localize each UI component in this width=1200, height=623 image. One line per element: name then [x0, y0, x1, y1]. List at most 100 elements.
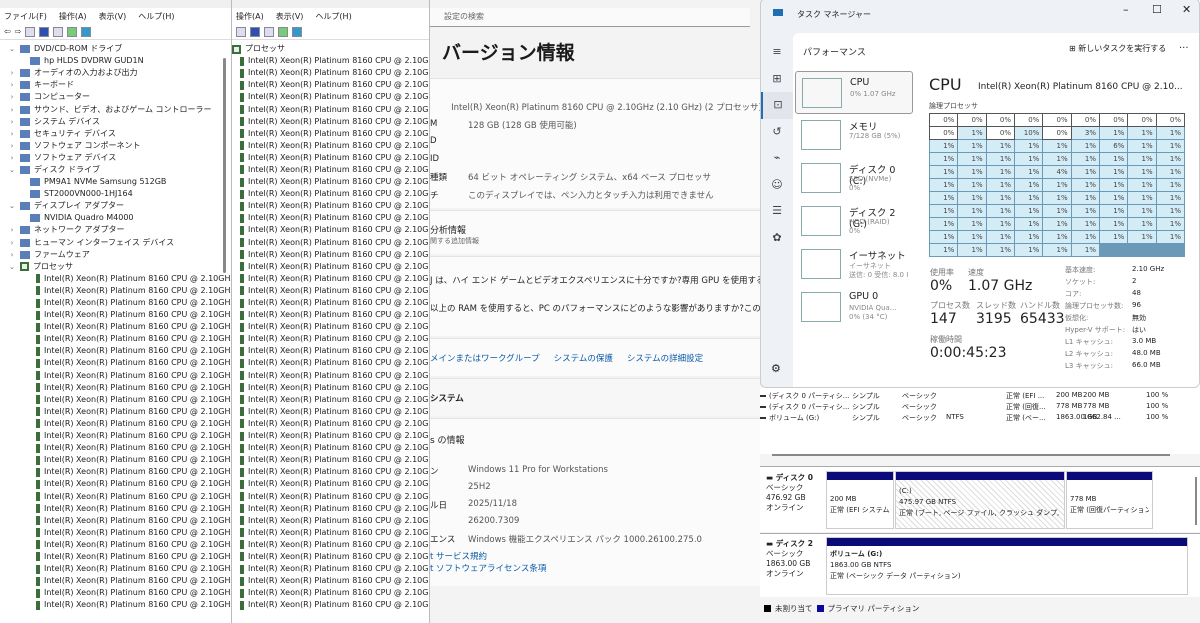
processor-item[interactable]: Intel(R) Xeon(R) Platinum 8160 CPU @ 2.1…	[232, 587, 429, 599]
processor-item[interactable]: Intel(R) Xeon(R) Platinum 8160 CPU @ 2.1…	[232, 515, 429, 527]
settings-icon[interactable]: ⚙	[771, 362, 781, 375]
tree-item[interactable]: › コンピューター	[0, 91, 231, 103]
resource-item[interactable]: CPU 0% 1.07 GHz	[795, 71, 913, 114]
chevron-down-icon[interactable]: ⌄	[8, 164, 16, 176]
chevron-right-icon[interactable]: ›	[8, 224, 16, 236]
chevron-down-icon[interactable]: ⌄	[8, 261, 16, 273]
partition-c[interactable]: (C:) 475.97 GB NTFS 正常 (ブート, ページ ファイル, クラッ…	[895, 471, 1065, 529]
tree-item[interactable]: › ソフトウェア デバイス	[0, 152, 231, 164]
processor-item[interactable]: Intel(R) Xeon(R) Platinum 8160 CPU @ 2.1…	[232, 406, 429, 418]
tree-item[interactable]: › キーボード	[0, 79, 231, 91]
processor-item[interactable]: Intel(R) Xeon(R) Platinum 8160 CPU @ 2.1…	[0, 309, 231, 321]
processor-item[interactable]: Intel(R) Xeon(R) Platinum 8160 CPU @ 2.1…	[232, 333, 429, 345]
processor-item[interactable]: Intel(R) Xeon(R) Platinum 8160 CPU @ 2.1…	[0, 599, 231, 611]
horizontal-scrollbar[interactable]	[772, 454, 1170, 456]
tree-item[interactable]: › システム デバイス	[0, 116, 231, 128]
volume-row[interactable]: ボリューム (G:) シンプル ベーシック NTFS 正常 (ベー... 1863.00 …	[760, 413, 1200, 424]
chevron-right-icon[interactable]: ›	[8, 237, 16, 249]
processor-item[interactable]: Intel(R) Xeon(R) Platinum 8160 CPU @ 2.1…	[232, 309, 429, 321]
minimize-button[interactable]: –	[1123, 3, 1129, 16]
processor-item[interactable]: Intel(R) Xeon(R) Platinum 8160 CPU @ 2.1…	[0, 539, 231, 551]
processor-item[interactable]: Intel(R) Xeon(R) Platinum 8160 CPU @ 2.1…	[0, 382, 231, 394]
link-domain-workgroup[interactable]: メインまたはワークグループ	[430, 352, 540, 376]
resource-item[interactable]: メモリ 7/128 GB (5%)	[795, 114, 913, 157]
processor-item[interactable]: Intel(R) Xeon(R) Platinum 8160 CPU @ 2.1…	[232, 224, 429, 236]
processor-item[interactable]: Intel(R) Xeon(R) Platinum 8160 CPU @ 2.1…	[0, 503, 231, 515]
processor-item[interactable]: Intel(R) Xeon(R) Platinum 8160 CPU @ 2.1…	[232, 249, 429, 261]
tree-category-processor[interactable]: プロセッサ	[232, 43, 429, 55]
processor-item[interactable]: Intel(R) Xeon(R) Platinum 8160 CPU @ 2.1…	[0, 430, 231, 442]
processor-item[interactable]: Intel(R) Xeon(R) Platinum 8160 CPU @ 2.1…	[232, 527, 429, 539]
processor-item[interactable]: Intel(R) Xeon(R) Platinum 8160 CPU @ 2.1…	[0, 587, 231, 599]
processor-item[interactable]: Intel(R) Xeon(R) Platinum 8160 CPU @ 2.1…	[0, 551, 231, 563]
menu-view[interactable]: 表示(V)	[276, 11, 304, 22]
maximize-button[interactable]: ☐	[1152, 3, 1162, 16]
processor-item[interactable]: Intel(R) Xeon(R) Platinum 8160 CPU @ 2.1…	[232, 539, 429, 551]
processor-item[interactable]: Intel(R) Xeon(R) Platinum 8160 CPU @ 2.1…	[232, 164, 429, 176]
processor-item[interactable]: Intel(R) Xeon(R) Platinum 8160 CPU @ 2.1…	[232, 454, 429, 466]
volume-row[interactable]: (ディスク 0 パーティシ... シンプル ベーシック 正常 (回復... 778 MB…	[760, 402, 1200, 413]
analysis-card[interactable]: 分析情報 関する追加情報	[430, 210, 762, 254]
menu-action[interactable]: 操作(A)	[59, 11, 87, 22]
menu-help[interactable]: ヘルプ(H)	[138, 11, 174, 22]
question-gpu[interactable]: J は、ハイ エンド ゲームとビデオエクスペリエンスに十分ですか?専用 GPU …	[430, 274, 762, 286]
tree-item[interactable]: › サウンド、ビデオ、およびゲーム コントローラー	[0, 103, 231, 115]
update-icon[interactable]	[53, 26, 64, 37]
link-system-protection[interactable]: システムの保護	[554, 352, 613, 376]
chevron-right-icon[interactable]: ›	[8, 140, 16, 152]
processor-item[interactable]: Intel(R) Xeon(R) Platinum 8160 CPU @ 2.1…	[232, 67, 429, 79]
monitor-icon[interactable]	[81, 26, 92, 37]
chevron-right-icon[interactable]: ›	[8, 79, 16, 91]
processor-item[interactable]: Intel(R) Xeon(R) Platinum 8160 CPU @ 2.1…	[232, 128, 429, 140]
properties-icon[interactable]	[236, 26, 246, 37]
chevron-right-icon[interactable]: ›	[8, 67, 16, 79]
processor-item[interactable]: Intel(R) Xeon(R) Platinum 8160 CPU @ 2.1…	[0, 563, 231, 575]
tree-item[interactable]: ⌄ プロセッサ	[0, 261, 231, 273]
processor-item[interactable]: Intel(R) Xeon(R) Platinum 8160 CPU @ 2.1…	[232, 394, 429, 406]
processor-item[interactable]: Intel(R) Xeon(R) Platinum 8160 CPU @ 2.1…	[232, 273, 429, 285]
processor-item[interactable]: Intel(R) Xeon(R) Platinum 8160 CPU @ 2.1…	[0, 333, 231, 345]
processor-item[interactable]: Intel(R) Xeon(R) Platinum 8160 CPU @ 2.1…	[232, 91, 429, 103]
help-icon[interactable]	[250, 26, 260, 37]
processor-item[interactable]: Intel(R) Xeon(R) Platinum 8160 CPU @ 2.1…	[0, 418, 231, 430]
processor-item[interactable]: Intel(R) Xeon(R) Platinum 8160 CPU @ 2.1…	[0, 490, 231, 502]
processor-item[interactable]: Intel(R) Xeon(R) Platinum 8160 CPU @ 2.1…	[0, 406, 231, 418]
processor-item[interactable]: Intel(R) Xeon(R) Platinum 8160 CPU @ 2.1…	[232, 152, 429, 164]
processor-item[interactable]: Intel(R) Xeon(R) Platinum 8160 CPU @ 2.1…	[232, 140, 429, 152]
tree-item[interactable]: ⌄ DVD/CD-ROM ドライブ	[0, 43, 231, 55]
tree-item[interactable]: hp HLDS DVDRW GUD1N	[0, 55, 231, 67]
details-icon[interactable]: ☰	[761, 198, 793, 225]
processor-item[interactable]: Intel(R) Xeon(R) Platinum 8160 CPU @ 2.1…	[0, 370, 231, 382]
processor-item[interactable]: Intel(R) Xeon(R) Platinum 8160 CPU @ 2.1…	[0, 357, 231, 369]
partition-recovery[interactable]: 778 MB 正常 (回復パーティション	[1066, 471, 1153, 529]
processor-item[interactable]: Intel(R) Xeon(R) Platinum 8160 CPU @ 2.1…	[0, 273, 231, 285]
processor-item[interactable]: Intel(R) Xeon(R) Platinum 8160 CPU @ 2.1…	[232, 261, 429, 273]
search-box[interactable]: 設定の検索	[430, 8, 750, 27]
performance-icon[interactable]: ⊡	[761, 92, 793, 119]
tree-item[interactable]: NVIDIA Quadro M4000	[0, 212, 231, 224]
tree-item[interactable]: ⌄ ディスク ドライブ	[0, 164, 231, 176]
tree-item[interactable]: ST2000VN000-1HJ164	[0, 188, 231, 200]
processor-item[interactable]: Intel(R) Xeon(R) Platinum 8160 CPU @ 2.1…	[0, 527, 231, 539]
processor-item[interactable]: Intel(R) Xeon(R) Platinum 8160 CPU @ 2.1…	[232, 103, 429, 115]
tree-item[interactable]: ⌄ ディスプレイ アダプター	[0, 200, 231, 212]
processor-item[interactable]: Intel(R) Xeon(R) Platinum 8160 CPU @ 2.1…	[232, 237, 429, 249]
back-icon[interactable]: ⇦	[4, 27, 11, 36]
tree-item[interactable]: › セキュリティ デバイス	[0, 128, 231, 140]
menu-view[interactable]: 表示(V)	[99, 11, 127, 22]
processor-item[interactable]: Intel(R) Xeon(R) Platinum 8160 CPU @ 2.1…	[232, 345, 429, 357]
chevron-right-icon[interactable]: ›	[8, 152, 16, 164]
startup-icon[interactable]: ⌁	[761, 145, 793, 172]
processor-item[interactable]: Intel(R) Xeon(R) Platinum 8160 CPU @ 2.1…	[0, 515, 231, 527]
processor-item[interactable]: Intel(R) Xeon(R) Platinum 8160 CPU @ 2.1…	[232, 599, 429, 611]
scan-icon[interactable]	[67, 26, 78, 37]
partition-efi[interactable]: 200 MB 正常 (EFI システム	[826, 471, 894, 529]
resource-item[interactable]: GPU 0 NVIDIA Qua... 0% (34 °C)	[795, 286, 913, 329]
scrollbar[interactable]	[223, 58, 226, 273]
app-history-icon[interactable]: ↺	[761, 119, 793, 146]
link-advanced-settings[interactable]: システムの詳細設定	[627, 352, 703, 376]
link-license-terms[interactable]: t ソフトウェアライセンス条項	[430, 562, 762, 574]
processor-item[interactable]: Intel(R) Xeon(R) Platinum 8160 CPU @ 2.1…	[0, 285, 231, 297]
partition-g[interactable]: ボリューム (G:) 1863.00 GB NTFS 正常 (ベーシック データ パ…	[826, 537, 1188, 595]
processor-item[interactable]: Intel(R) Xeon(R) Platinum 8160 CPU @ 2.1…	[232, 466, 429, 478]
